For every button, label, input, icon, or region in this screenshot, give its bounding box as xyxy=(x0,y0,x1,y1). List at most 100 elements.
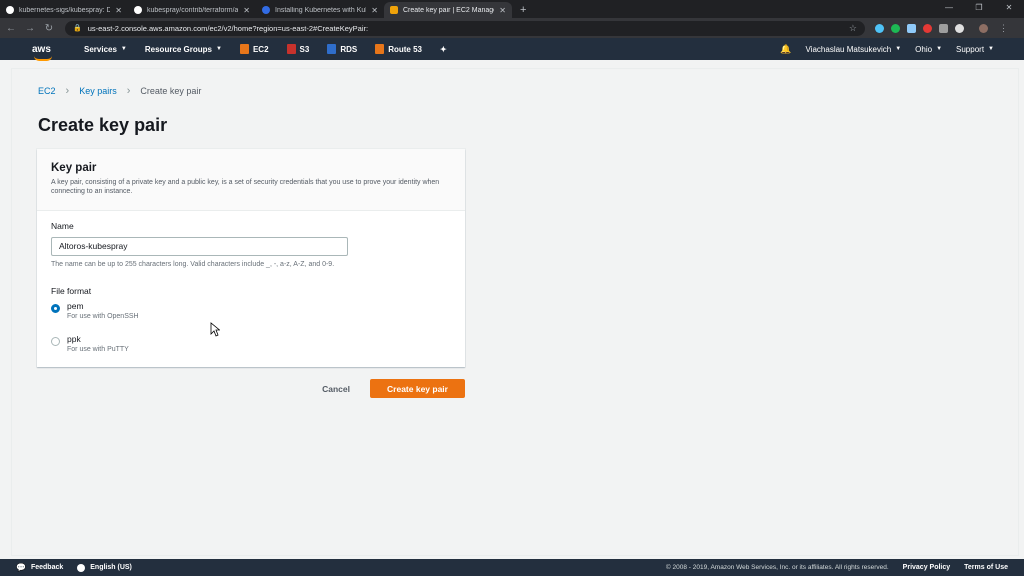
browser-tab[interactable]: kubespray/contrib/terraform/aw ✕ xyxy=(128,2,256,18)
name-label: Name xyxy=(51,221,74,231)
extension-icon[interactable] xyxy=(923,23,932,33)
new-tab-button[interactable]: + xyxy=(512,2,534,18)
bookmark-star-icon[interactable]: ☆ xyxy=(849,23,857,34)
region-label: Ohio xyxy=(915,44,933,54)
pin-icon[interactable]: ✦ xyxy=(440,45,447,54)
feedback-button[interactable]: 💬 Feedback xyxy=(16,563,63,572)
file-format-label: File format xyxy=(51,285,92,296)
extension-icon[interactable] xyxy=(955,23,964,33)
caret-down-icon: ▼ xyxy=(895,46,902,52)
radio-description: For use with OpenSSH xyxy=(67,312,139,320)
chat-icon: 💬 xyxy=(16,563,26,572)
create-key-pair-button[interactable]: Create key pair xyxy=(370,379,465,398)
mouse-cursor-icon xyxy=(210,322,220,337)
shortcut-route53[interactable]: Route 53 xyxy=(375,44,422,54)
route53-icon xyxy=(375,44,385,54)
ec2-icon xyxy=(239,44,249,54)
aws-logo[interactable]: aws xyxy=(32,44,56,61)
card-body: Name The name can be up to 255 character… xyxy=(37,211,465,374)
breadcrumb-ec2[interactable]: EC2 xyxy=(38,86,56,96)
tab-title: kubespray/contrib/terraform/aw xyxy=(147,6,239,14)
caret-down-icon: ▼ xyxy=(216,46,222,52)
minimize-icon[interactable]: — xyxy=(934,0,964,18)
nav-right: 🔔 Viachaslau Matsukevich ▼ Ohio ▼ Suppor… xyxy=(780,44,994,55)
window-controls: — ❐ ✕ xyxy=(934,0,1024,18)
resource-groups-label: Resource Groups xyxy=(144,44,213,54)
close-tab-icon[interactable]: ✕ xyxy=(371,6,378,15)
kubernetes-icon xyxy=(262,6,270,14)
bell-icon[interactable]: 🔔 xyxy=(780,44,791,55)
extension-icon[interactable] xyxy=(907,23,916,33)
close-tab-icon[interactable]: ✕ xyxy=(115,6,122,15)
tab-title: kubernetes-sigs/kubespray: Depl xyxy=(19,6,111,14)
browser-menu-icon[interactable]: ⋮ xyxy=(999,23,1008,34)
terms-of-use-link[interactable]: Terms of Use xyxy=(964,564,1008,571)
privacy-policy-link[interactable]: Privacy Policy xyxy=(903,564,950,571)
extension-icon[interactable] xyxy=(939,23,948,33)
radio-unselected-icon[interactable] xyxy=(51,336,60,346)
radio-label: ppk xyxy=(67,333,81,344)
radio-selected-icon[interactable] xyxy=(51,303,60,313)
browser-tab-bar: kubernetes-sigs/kubespray: Depl ✕ kubesp… xyxy=(0,0,1024,18)
browser-tab-active[interactable]: Create key pair | EC2 Manageme ✕ xyxy=(384,2,512,18)
lock-icon: 🔒 xyxy=(73,25,82,32)
services-label: Services xyxy=(84,44,117,54)
radio-description: For use with PuTTY xyxy=(67,345,129,353)
copyright: © 2008 - 2019, Amazon Web Services, Inc.… xyxy=(665,564,889,571)
card-description: A key pair, consisting of a private key … xyxy=(51,179,440,195)
globe-icon xyxy=(77,563,86,572)
tab-title: Installing Kubernetes with Kube xyxy=(275,6,367,14)
cancel-button[interactable]: Cancel xyxy=(322,384,350,394)
extension-icon[interactable] xyxy=(875,23,884,33)
aws-footer: 💬 Feedback English (US) © 2008 - 2019, A… xyxy=(0,559,1024,576)
github-icon xyxy=(6,6,14,14)
close-tab-icon[interactable]: ✕ xyxy=(243,6,250,15)
chevron-right-icon: › xyxy=(126,85,131,97)
address-bar[interactable]: 🔒 us-east-2.console.aws.amazon.com/ec2/v… xyxy=(65,20,865,36)
region-menu[interactable]: Ohio ▼ xyxy=(915,45,942,54)
back-icon[interactable]: ← xyxy=(3,23,19,34)
browser-tab[interactable]: Installing Kubernetes with Kube ✕ xyxy=(256,2,384,18)
extensions-area: ⋮ xyxy=(875,23,1008,34)
resource-groups-menu[interactable]: Resource Groups ▼ xyxy=(145,45,222,54)
shortcut-ec2[interactable]: EC2 xyxy=(239,44,269,54)
shortcut-label: RDS xyxy=(340,44,358,54)
caret-down-icon: ▼ xyxy=(120,46,127,52)
reload-icon[interactable]: ↻ xyxy=(41,23,57,34)
restore-icon[interactable]: ❐ xyxy=(964,0,994,18)
browser-toolbar: ← → ↻ 🔒 us-east-2.console.aws.amazon.com… xyxy=(0,18,1024,38)
key-pair-card: Key pair A key pair, consisting of a pri… xyxy=(37,149,465,367)
tab-title: Create key pair | EC2 Manageme xyxy=(403,6,494,14)
caret-down-icon: ▼ xyxy=(936,46,943,52)
radio-option-ppk[interactable]: ppk For use with PuTTY xyxy=(51,334,451,364)
shortcut-label: S3 xyxy=(299,44,310,54)
profile-avatar-icon[interactable] xyxy=(979,23,988,33)
extension-icon[interactable] xyxy=(891,23,900,33)
key-pair-name-input[interactable] xyxy=(51,236,348,256)
rds-icon xyxy=(327,44,337,54)
radio-label: pem xyxy=(67,300,84,311)
language-selector[interactable]: English (US) xyxy=(77,563,132,572)
shortcut-rds[interactable]: RDS xyxy=(327,44,357,54)
radio-option-pem[interactable]: pem For use with OpenSSH xyxy=(51,301,451,331)
close-tab-icon[interactable]: ✕ xyxy=(499,6,506,15)
shortcut-s3[interactable]: S3 xyxy=(286,44,310,54)
close-window-icon[interactable]: ✕ xyxy=(994,0,1024,18)
support-menu[interactable]: Support ▼ xyxy=(956,45,994,54)
breadcrumb: EC2 › Key pairs › Create key pair xyxy=(38,85,201,97)
chevron-right-icon: › xyxy=(65,85,70,97)
services-menu[interactable]: Services ▼ xyxy=(84,45,127,54)
file-format-group: File format pem For use with OpenSSH ppk… xyxy=(51,286,451,364)
github-icon xyxy=(134,6,142,14)
shortcut-label: Route 53 xyxy=(388,44,423,54)
card-title: Key pair xyxy=(51,162,97,174)
url-text: us-east-2.console.aws.amazon.com/ec2/v2/… xyxy=(87,23,369,33)
forward-icon[interactable]: → xyxy=(22,23,38,34)
account-menu[interactable]: Viachaslau Matsukevich ▼ xyxy=(806,45,902,54)
support-label: Support xyxy=(956,44,985,54)
account-name: Viachaslau Matsukevich xyxy=(805,44,892,54)
browser-tab[interactable]: kubernetes-sigs/kubespray: Depl ✕ xyxy=(0,2,128,18)
breadcrumb-key-pairs[interactable]: Key pairs xyxy=(79,86,117,96)
aws-top-nav: aws Services ▼ Resource Groups ▼ EC2 S3 … xyxy=(0,38,1024,61)
main-content: EC2 › Key pairs › Create key pair Create… xyxy=(11,68,1019,556)
